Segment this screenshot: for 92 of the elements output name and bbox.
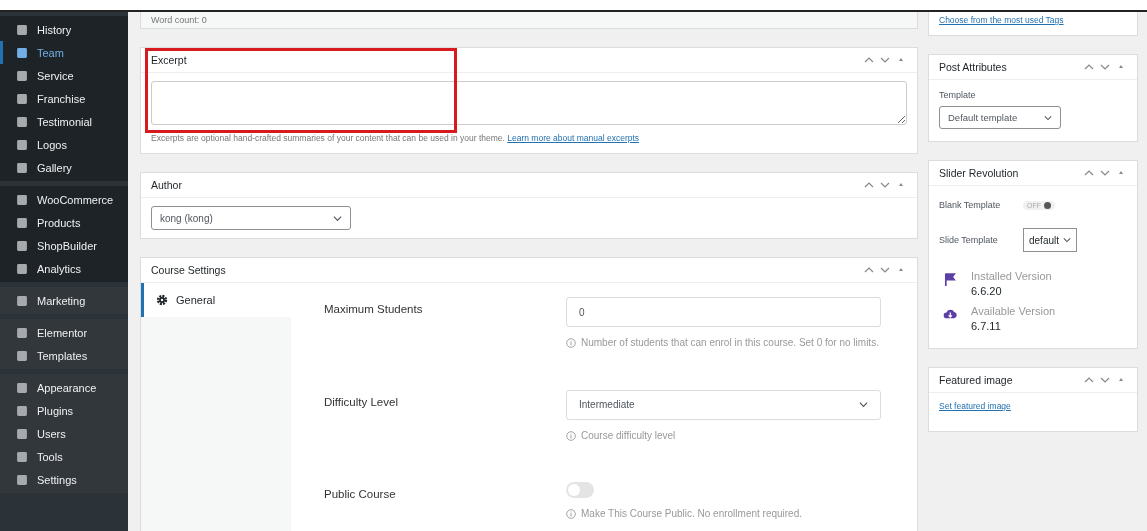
- sidebar-item[interactable]: ShopBuilder: [0, 234, 128, 257]
- version-label: Available Version: [971, 305, 1056, 317]
- field-label: Difficulty Level: [324, 394, 399, 410]
- cloud-download-icon: [943, 307, 957, 321]
- sidebar-item[interactable]: Templates: [0, 344, 128, 367]
- chevron-up-icon: [1084, 62, 1094, 72]
- menu-icon: [15, 68, 29, 83]
- sidebar-item[interactable]: Testimonial: [0, 110, 128, 133]
- chevron-down-icon: [1100, 62, 1110, 72]
- menu-icon: [15, 22, 29, 37]
- sidebar-item[interactable]: Marketing: [0, 289, 128, 312]
- panel-title: Slider Revolution: [939, 167, 1019, 179]
- menu-icon: [15, 403, 29, 418]
- panel-title: Course Settings: [151, 264, 226, 276]
- sidebar-item[interactable]: Tools: [0, 445, 128, 468]
- field-label: Public Course: [324, 487, 397, 503]
- help-text: Excerpts are optional hand-crafted summaries of your content that can be used in your theme. Learn more about manual excerpts: [151, 133, 641, 143]
- author-select[interactable]: kong (kong): [151, 206, 351, 230]
- number-field[interactable]: 0: [566, 297, 881, 327]
- template-select[interactable]: Default template: [939, 106, 1061, 129]
- chevron-up-icon: [864, 265, 874, 275]
- settings-tab[interactable]: General: [141, 283, 291, 317]
- menu-icon: [15, 325, 29, 340]
- chevron-down-icon: [880, 180, 890, 190]
- menu-icon: [15, 137, 29, 152]
- menu-icon: [15, 114, 29, 129]
- chevron-up-icon: [1084, 168, 1094, 178]
- help-text: Number of students that can enrol in this course. Set 0 for no limits.: [581, 336, 879, 350]
- tags-link[interactable]: Choose from the most used Tags: [929, 12, 1137, 35]
- chevron-down-icon: [1063, 236, 1072, 244]
- menu-icon: [15, 45, 29, 60]
- chevron-up-icon: [864, 180, 874, 190]
- chevron-down-icon: [859, 400, 868, 410]
- menu-icon: [15, 261, 29, 276]
- menu-icon: [15, 160, 29, 175]
- chevron-down-icon: [1044, 113, 1052, 122]
- sidebar-item[interactable]: Appearance: [0, 376, 128, 399]
- chevron-down-icon: [1100, 168, 1110, 178]
- chevron-down-icon: [1100, 375, 1110, 385]
- menu-icon: [15, 472, 29, 487]
- sidebar-item[interactable]: History: [0, 18, 128, 41]
- menu-icon: [15, 348, 29, 363]
- flag-icon: [943, 272, 957, 286]
- learn-more-link[interactable]: Learn more about manual excerpts: [507, 133, 640, 143]
- version-number: 6.6.20: [971, 285, 1003, 297]
- toggle-switch[interactable]: [566, 482, 594, 499]
- sidebar-item[interactable]: Products: [0, 211, 128, 234]
- sidebar-item[interactable]: Team: [0, 41, 128, 64]
- menu-icon: [15, 426, 29, 441]
- chevron-down-icon: [880, 55, 890, 65]
- word-count: Word count: 0: [140, 12, 918, 29]
- menu-icon: [15, 192, 29, 207]
- gear-icon: [156, 294, 168, 306]
- help-text: Make This Course Public. No enrollment required.: [581, 507, 803, 522]
- sidebar-item[interactable]: Elementor: [0, 321, 128, 344]
- sidebar-item[interactable]: Logos: [0, 133, 128, 156]
- sidebar-item[interactable]: WooCommerce: [0, 188, 128, 211]
- sidebar-item[interactable]: Service: [0, 64, 128, 87]
- difficulty-select[interactable]: Intermediate: [566, 389, 881, 420]
- excerpt-field[interactable]: [151, 81, 907, 125]
- menu-icon: [15, 293, 29, 308]
- panel-title: Featured image: [939, 374, 1013, 386]
- sidebar-item[interactable]: Users: [0, 422, 128, 445]
- chevron-down-icon: [880, 265, 890, 275]
- menu-icon: [15, 380, 29, 395]
- chevron-down-icon: [333, 213, 342, 223]
- field-label: Blank Template: [939, 200, 1002, 210]
- menu-icon: [15, 449, 29, 464]
- sidebar-item[interactable]: Plugins: [0, 399, 128, 422]
- field-label: Slide Template: [939, 235, 999, 245]
- sidebar-item[interactable]: Analytics: [0, 257, 128, 280]
- help-text: Course difficulty level: [581, 428, 676, 443]
- sidebar-item[interactable]: Gallery: [0, 156, 128, 179]
- field-label: Maximum Students: [324, 302, 424, 317]
- field-label: Template: [939, 90, 977, 100]
- chevron-up-icon: [864, 55, 874, 65]
- version-number: 6.7.11: [971, 320, 1002, 332]
- info-icon: [566, 509, 576, 520]
- version-label: Installed Version: [971, 270, 1052, 282]
- slide-template-select[interactable]: default: [1023, 228, 1078, 252]
- info-icon: [566, 338, 576, 348]
- info-icon: [566, 430, 576, 441]
- featured-image-link[interactable]: Set featured image: [939, 401, 1127, 411]
- sidebar-item[interactable]: Franchise: [0, 87, 128, 110]
- sidebar-item[interactable]: Settings: [0, 468, 128, 491]
- panel-title: Excerpt: [151, 54, 187, 66]
- panel-title: Post Attributes: [939, 61, 1007, 73]
- menu-icon: [15, 238, 29, 253]
- chevron-up-icon: [1084, 375, 1094, 385]
- menu-icon: [15, 91, 29, 106]
- panel-title: Author: [151, 179, 182, 191]
- menu-icon: [15, 215, 29, 230]
